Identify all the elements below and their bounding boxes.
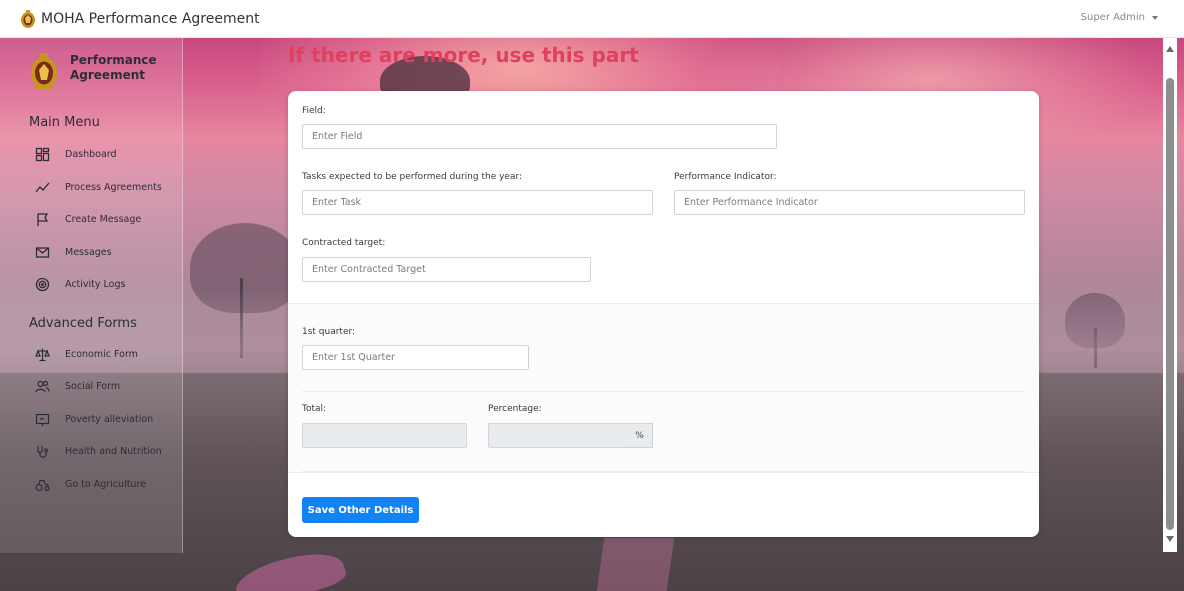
sidebar-item-label: Health and Nutrition	[65, 445, 162, 457]
advanced-forms-heading: Advanced Forms	[29, 316, 137, 331]
sidebar-item-poverty-alleviation[interactable]: Poverty alleviation	[35, 411, 153, 427]
performance-indicator-label: Performance Indicator:	[674, 172, 777, 182]
mail-icon	[35, 246, 50, 258]
scroll-down-icon[interactable]	[1166, 536, 1174, 542]
tractor-icon	[35, 479, 50, 491]
emblem-icon	[31, 53, 57, 89]
sidebar-item-label: Social Form	[65, 380, 121, 392]
sidebar-item-social-form[interactable]: Social Form	[35, 378, 120, 394]
flag-icon	[37, 212, 49, 226]
users-icon	[35, 380, 50, 392]
target-icon	[35, 277, 50, 291]
sidebar-item-label: Create Message	[65, 213, 142, 225]
total-label: Total:	[302, 404, 327, 414]
sidebar: Performance Agreement Main Menu Dashboar…	[0, 38, 183, 553]
sidebar-item-label: Activity Logs	[65, 278, 126, 290]
sidebar-item-label: Messages	[65, 246, 112, 258]
first-quarter-label: 1st quarter:	[302, 327, 356, 337]
scroll-up-icon[interactable]	[1166, 46, 1174, 52]
sidebar-brand[interactable]: Performance Agreement	[30, 52, 157, 90]
user-name: Super Admin	[1080, 12, 1145, 23]
contracted-target-label: Contracted target:	[302, 238, 386, 248]
sidebar-brand-line1: Performance	[70, 53, 157, 67]
scrollbar[interactable]	[1163, 38, 1177, 552]
sidebar-item-label: Poverty alleviation	[65, 413, 154, 425]
sidebar-item-label: Economic Form	[65, 348, 138, 360]
field-input[interactable]	[302, 124, 777, 149]
user-menu[interactable]: Super Admin	[1081, 12, 1158, 23]
sidebar-item-go-to-agriculture[interactable]: Go to Agriculture	[35, 476, 146, 492]
emblem-icon	[21, 9, 35, 28]
sidebar-item-process-agreements[interactable]: Process Agreements	[35, 179, 162, 195]
sidebar-item-economic-form[interactable]: Economic Form	[35, 346, 138, 362]
health-icon	[37, 445, 49, 458]
sidebar-item-create-message[interactable]: Create Message	[35, 211, 141, 227]
chevron-down-icon	[1152, 15, 1158, 20]
total-input	[302, 423, 467, 448]
task-label: Tasks expected to be performed during th…	[302, 172, 523, 182]
sidebar-item-label: Process Agreements	[65, 181, 162, 193]
brand[interactable]: MOHA Performance Agreement	[20, 9, 260, 29]
first-quarter-input[interactable]	[302, 345, 529, 370]
sidebar-item-dashboard[interactable]: Dashboard	[35, 146, 117, 162]
dashboard-icon	[35, 147, 50, 161]
presentation-icon	[35, 413, 50, 426]
sidebar-item-label: Dashboard	[65, 148, 117, 160]
trend-line-icon	[35, 182, 50, 192]
task-input[interactable]	[302, 190, 653, 215]
sidebar-item-messages[interactable]: Messages	[35, 244, 112, 260]
save-other-details-button[interactable]: Save Other Details	[302, 497, 419, 523]
sidebar-brand-line2: Agreement	[70, 68, 145, 82]
field-label: Field:	[302, 106, 326, 116]
app-title: MOHA Performance Agreement	[41, 10, 260, 27]
section-title: If there are more, use this part	[288, 43, 639, 67]
contracted-target-input[interactable]	[302, 257, 591, 282]
percent-addon: %	[627, 423, 653, 448]
top-navbar: MOHA Performance Agreement Super Admin	[0, 0, 1184, 38]
scrollbar-thumb[interactable]	[1166, 78, 1174, 530]
sidebar-item-health-and-nutrition[interactable]: Health and Nutrition	[35, 443, 162, 459]
percentage-label: Percentage:	[488, 404, 542, 414]
main-menu-heading: Main Menu	[29, 115, 100, 130]
scale-icon	[35, 348, 50, 361]
form-card: Field: Tasks expected to be performed du…	[288, 91, 1039, 537]
sidebar-item-label: Go to Agriculture	[65, 478, 146, 490]
percentage-input	[488, 423, 628, 448]
divider	[302, 391, 1024, 392]
divider	[302, 471, 1024, 472]
performance-indicator-input[interactable]	[674, 190, 1025, 215]
sidebar-item-activity-logs[interactable]: Activity Logs	[35, 276, 125, 292]
